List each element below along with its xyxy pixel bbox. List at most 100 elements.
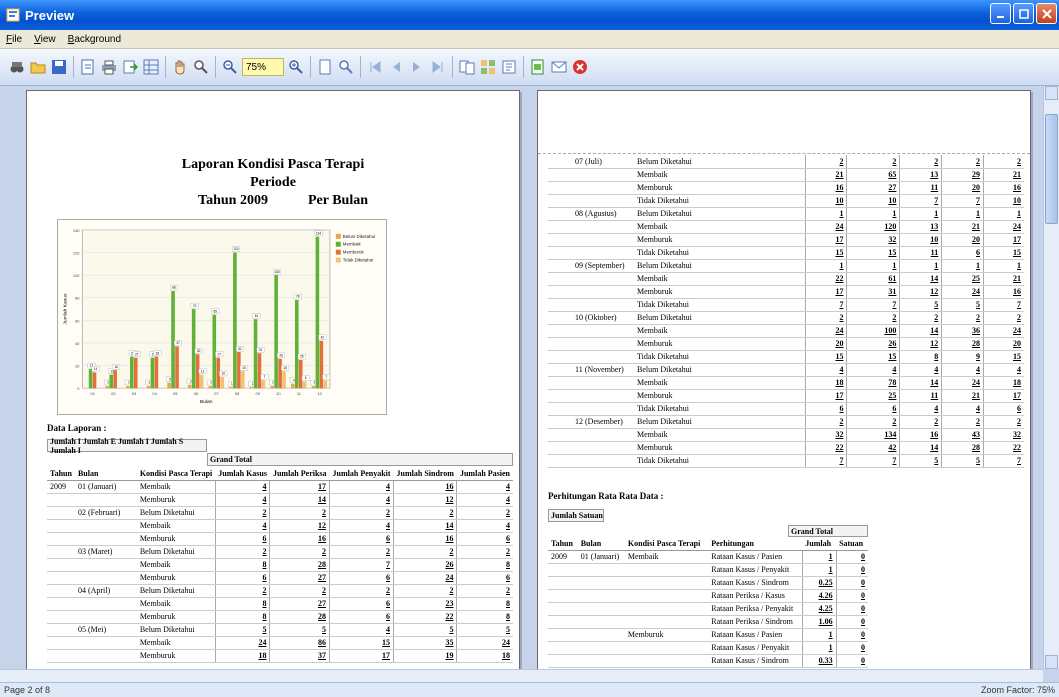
multi-page-button[interactable] <box>458 58 476 76</box>
cell-value: 28 <box>269 558 330 572</box>
calc-row: Rataan Kasus / Penyakit 1 0 <box>548 563 868 577</box>
cell-value: 6 <box>456 532 513 546</box>
cell-value: 2 <box>846 311 900 325</box>
next-page-button[interactable] <box>408 58 426 76</box>
thumbnails-button[interactable] <box>479 58 497 76</box>
calc-cell-jumlah: 1 <box>801 641 837 655</box>
scroll-up-button[interactable] <box>1045 86 1058 100</box>
cell-kondisi: Memburuk <box>136 571 216 585</box>
y-axis-label: Jumlah Kasus <box>63 293 69 325</box>
single-page-button[interactable] <box>316 58 334 76</box>
bar-memburuk <box>257 353 262 389</box>
data-label: 15 <box>283 366 287 370</box>
bar-belum-diketahui <box>208 386 213 389</box>
cell-value: 8 <box>456 558 513 572</box>
cell-value: 21 <box>983 168 1024 182</box>
x-tick-label: 03 <box>132 391 137 396</box>
cell-kondisi: Memburuk <box>136 493 216 507</box>
cell-value: 7 <box>983 454 1024 468</box>
cell-value: 5 <box>269 623 330 637</box>
cell-kondisi: Membaik <box>136 597 216 611</box>
cell-value: 22 <box>804 441 847 455</box>
bar-memburuk <box>319 340 324 389</box>
legend-swatch <box>335 241 341 247</box>
calc-cell-kondisi <box>624 615 709 629</box>
previous-page-button[interactable] <box>387 58 405 76</box>
menu-file[interactable]: File <box>6 34 22 45</box>
cell-value: 21 <box>804 168 847 182</box>
parameters-button[interactable] <box>142 58 160 76</box>
data-label: 27 <box>135 352 139 356</box>
cell-value: 78 <box>846 376 900 390</box>
col-jumlah-penyakit: Jumlah Penyakit <box>329 467 394 481</box>
calc-cell-jumlah: 1 <box>801 563 837 577</box>
y-tick-label: 80 <box>75 296 80 301</box>
cell-kondisi: Tidak Diketahui <box>634 454 806 468</box>
cell-value: 6 <box>941 246 984 260</box>
maximize-button[interactable] <box>1013 3 1034 24</box>
cell-value: 5 <box>941 298 984 312</box>
magnifier-button[interactable] <box>192 58 210 76</box>
zoom-combo[interactable]: 75% <box>242 58 284 76</box>
cell-value: 10 <box>804 194 847 208</box>
horizontal-scrollbar[interactable] <box>0 669 1043 682</box>
vertical-scrollbar[interactable] <box>1043 86 1059 669</box>
cell-value: 15 <box>804 246 847 260</box>
scroll-down-button[interactable] <box>1045 655 1058 669</box>
cell-tahun <box>548 389 572 403</box>
scroll-thumb[interactable] <box>1045 114 1058 224</box>
save-as-button[interactable] <box>529 58 547 76</box>
menu-background[interactable]: Background <box>68 34 121 45</box>
zoom-page-icon <box>339 60 353 74</box>
col-bulan: Bulan <box>74 467 137 481</box>
calc-cell-kondisi <box>624 576 709 590</box>
close-preview-button[interactable] <box>571 58 589 76</box>
table-row: Membaik 21 65 13 29 21 <box>548 168 1024 182</box>
magnifier-icon <box>194 60 208 74</box>
cell-value: 24 <box>941 376 984 390</box>
bar-tidak-diketahui <box>241 371 245 389</box>
cell-kondisi: Belum Diketahui <box>634 155 806 169</box>
data-label: 65 <box>214 309 218 313</box>
zoom-in-button[interactable] <box>287 58 305 76</box>
x-tick-label: 02 <box>111 391 115 396</box>
find-button[interactable] <box>8 58 26 76</box>
cell-tahun <box>47 558 75 572</box>
cell-value: 2 <box>899 155 942 169</box>
minimize-button[interactable] <box>990 3 1011 24</box>
close-button[interactable] <box>1036 3 1057 24</box>
cell-value: 2 <box>329 545 394 559</box>
last-page-button[interactable] <box>429 58 447 76</box>
bar-belum-diketahui <box>167 382 171 389</box>
calc-field-strip: Jumlah Satuan <box>548 509 604 522</box>
save-button[interactable] <box>50 58 68 76</box>
close-icon <box>1041 8 1052 19</box>
print-button[interactable] <box>100 58 118 76</box>
cell-kondisi: Membaik <box>634 428 806 442</box>
calc-cell-year: 2009 <box>548 550 578 564</box>
export-button[interactable] <box>121 58 139 76</box>
preview-viewport[interactable]: Laporan Kondisi Pasca Terapi Periode Tah… <box>0 86 1043 669</box>
cell-kondisi: Belum Diketahui <box>634 363 806 377</box>
open-button[interactable] <box>29 58 47 76</box>
data-section-title: Data Laporan : <box>47 423 107 433</box>
cell-value: 4 <box>983 363 1024 377</box>
page-width-button[interactable] <box>337 58 355 76</box>
cell-value: 1 <box>846 207 900 221</box>
menu-view[interactable]: View <box>34 34 56 45</box>
page-setup-button[interactable] <box>79 58 97 76</box>
cell-value: 17 <box>983 233 1024 247</box>
x-tick-label: 10 <box>276 391 281 396</box>
bookmarks-button[interactable] <box>500 58 518 76</box>
bar-tidak-diketahui <box>220 376 225 389</box>
first-page-button[interactable] <box>366 58 384 76</box>
close-circle-icon <box>573 60 587 74</box>
table-row: Membaik 24 100 14 36 24 <box>548 324 1024 338</box>
zoom-out-button[interactable] <box>221 58 239 76</box>
cell-value: 5 <box>214 623 270 637</box>
cell-value: 18 <box>214 649 270 663</box>
hand-tool-button[interactable] <box>171 58 189 76</box>
cell-value: 29 <box>941 168 984 182</box>
send-email-button[interactable] <box>550 58 568 76</box>
cell-value: 2 <box>269 584 330 598</box>
